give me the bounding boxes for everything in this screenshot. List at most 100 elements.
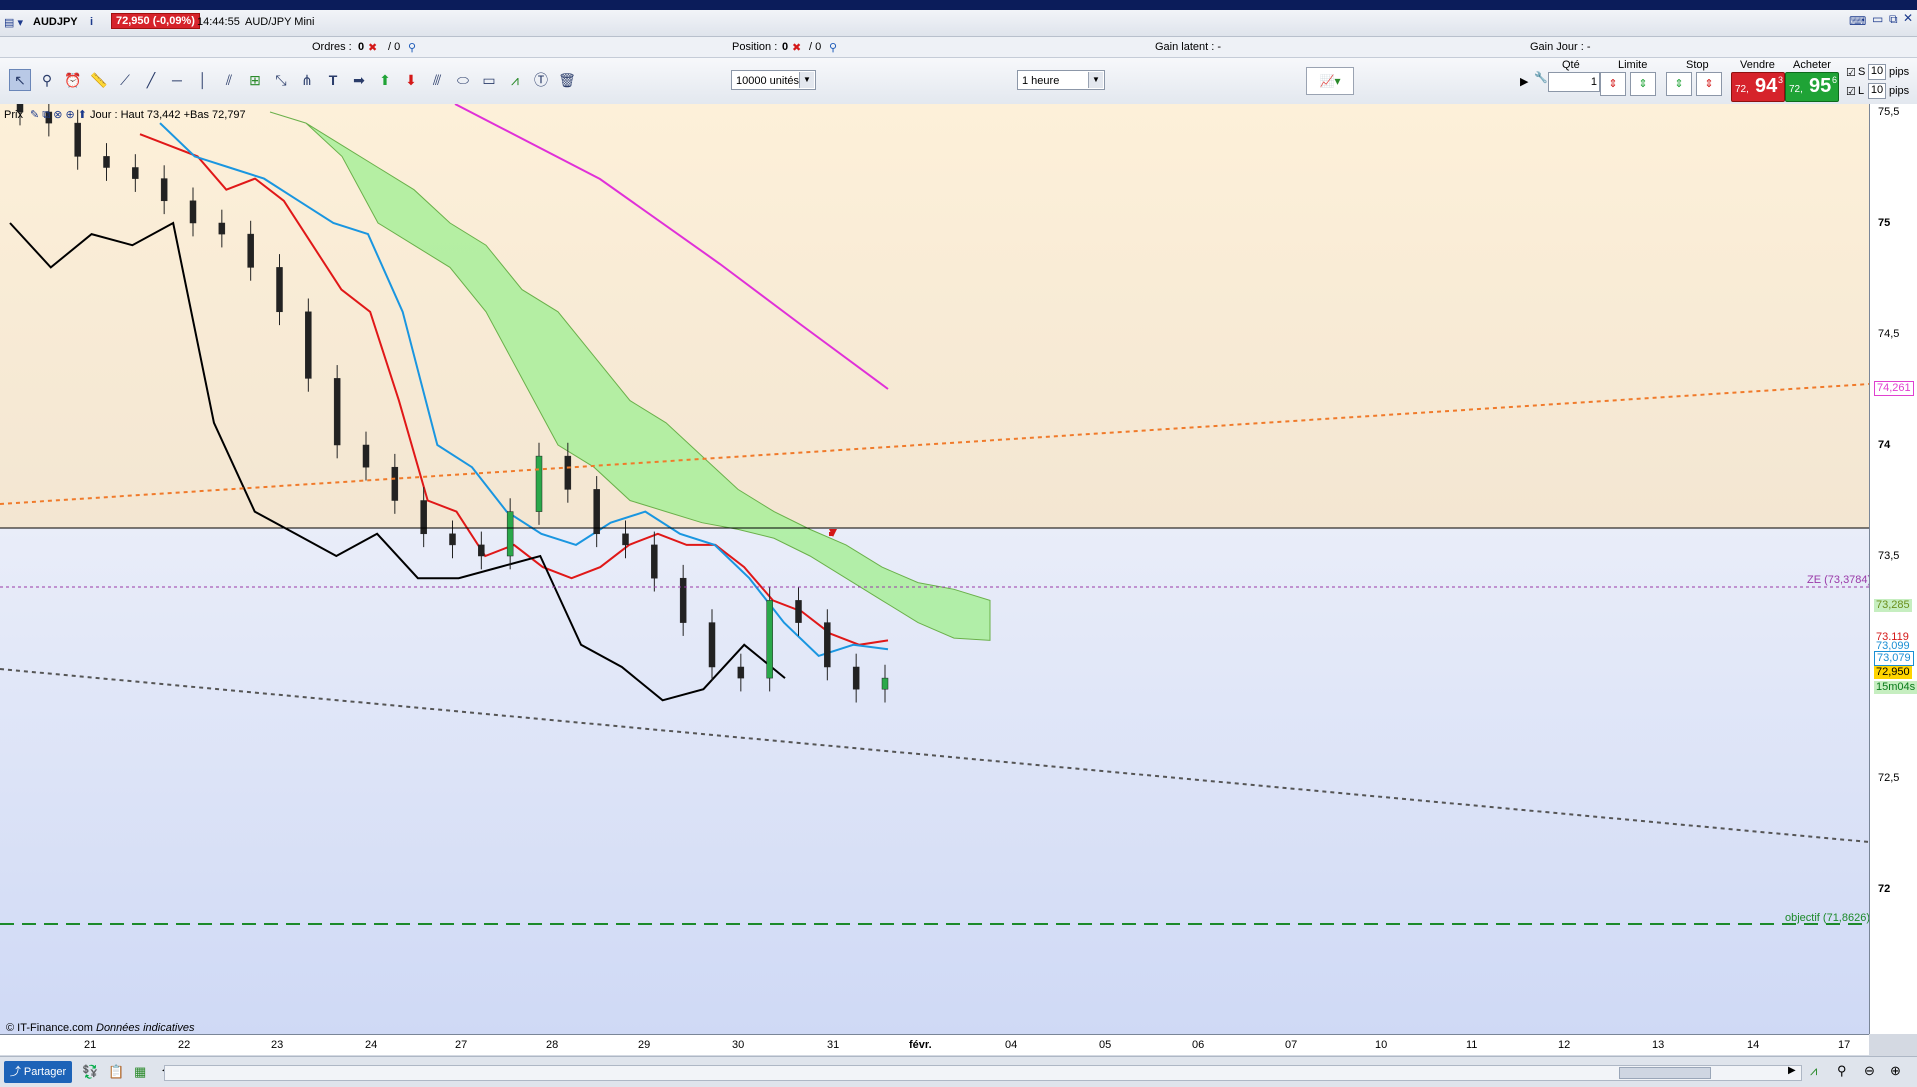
zoom-in-icon[interactable]: ⊕ [1890, 1063, 1901, 1079]
rectangle-icon[interactable]: ▭ [478, 69, 500, 91]
restore-icon[interactable]: ⧉ [1889, 12, 1898, 27]
units-value: 10000 unités [736, 75, 799, 87]
legend-prefix: Prix [4, 109, 23, 121]
qty-input[interactable] [1548, 72, 1600, 92]
orders-label: Ordres : [312, 41, 352, 53]
line-icon[interactable]: ╱ [140, 69, 162, 91]
sell-button[interactable]: 72, 94 3 [1731, 72, 1785, 102]
candle-body [593, 489, 600, 535]
arrow-up-icon[interactable]: ⬆ [374, 69, 396, 91]
x-tick: 22 [178, 1039, 191, 1051]
limit-label: Limite [1618, 59, 1648, 71]
alarm-icon[interactable]: ⏰ [62, 69, 84, 91]
x-tick: 17 [1838, 1039, 1851, 1051]
orders-total: / 0 [388, 41, 401, 53]
pitchfork-icon[interactable]: ⋔ [296, 69, 318, 91]
arrow-down-icon[interactable]: ⬇ [400, 69, 422, 91]
close-icon[interactable]: ✕ [1903, 11, 1913, 25]
x-tick: 11 [1466, 1039, 1478, 1051]
table-icon[interactable]: ▦ [134, 1064, 146, 1080]
candle-body [881, 677, 889, 690]
position-cancel-icon[interactable]: ✖ [792, 41, 801, 54]
regression-icon[interactable]: ⫻ [426, 69, 448, 91]
indicator-icon[interactable]: ⩘ [504, 69, 526, 91]
buy-button[interactable]: 72, 95 6 [1785, 72, 1839, 102]
fibonacci-icon[interactable]: ⊞ [244, 69, 266, 91]
stop-buy-button[interactable]: ⇕ [1696, 72, 1722, 96]
wrench-icon[interactable]: 🔧 [1534, 71, 1548, 84]
units-select[interactable]: 10000 unités ▼ [731, 70, 816, 90]
keyboard-icon[interactable]: ⌨ [1849, 14, 1866, 28]
stop-sell-button[interactable]: ⇕ [1666, 72, 1692, 96]
price-chart[interactable] [0, 104, 1917, 1034]
candle-body [737, 666, 745, 679]
scroll-thumb[interactable] [1619, 1067, 1711, 1079]
indicators-menu-icon[interactable]: 📈▾ [1306, 67, 1354, 95]
candle-body [103, 156, 110, 168]
account-info-bar: Ordres : 0 ✖ / 0 ⚲ Position : 0 ✖ / 0 ⚲ … [0, 37, 1917, 58]
price-axis[interactable]: 75,5 75 74,5 74 73,5 73 72,5 72 [1869, 104, 1917, 1034]
window-menu-icon[interactable]: ▤ ▾ [4, 16, 23, 29]
horizontal-line-icon[interactable]: ─ [166, 69, 188, 91]
s-pips-input[interactable]: 10 [1868, 64, 1886, 80]
chart-legend: Prix ✎ ⧉ ⊗ ⊕ ⬆ Jour : Haut 73,442 +Bas 7… [4, 108, 246, 122]
legend-tools-icon[interactable]: ✎ ⧉ ⊗ ⊕ ⬆ [30, 109, 87, 121]
callout-icon[interactable]: Ⓣ [530, 69, 552, 91]
orders-cancel-icon[interactable]: ✖ [368, 41, 377, 54]
qty-label: Qté [1562, 59, 1580, 71]
chart-type-icon[interactable]: ⩘ [1810, 1063, 1817, 1079]
trash-icon[interactable]: 🗑 [556, 69, 578, 91]
window-title: AUD/JPY Mini [245, 16, 315, 28]
limit-buy-button[interactable]: ⇕ [1630, 72, 1656, 96]
position-search-icon[interactable]: ⚲ [829, 41, 837, 54]
candle-body [506, 511, 514, 557]
limit-sell-button[interactable]: ⇕ [1600, 72, 1626, 96]
candle-body [276, 267, 283, 313]
l-checkbox[interactable]: ☑ [1846, 85, 1856, 98]
x-tick: 31 [827, 1039, 840, 1051]
text-icon[interactable]: T [322, 69, 344, 91]
stop-label: Stop [1686, 59, 1709, 71]
panel-arrow-icon[interactable]: ▶ [1520, 75, 1528, 88]
price-label-ma: 74,261 [1874, 381, 1914, 396]
trendline-icon[interactable]: ⟋ [114, 69, 136, 91]
buy-label: Acheter [1793, 59, 1831, 71]
ze-label: ZE (73,3784) [1807, 574, 1872, 586]
zoom-icon[interactable]: ⚲ [36, 69, 58, 91]
scroll-right-icon[interactable]: ▶ [1788, 1065, 1796, 1076]
ruler-icon[interactable]: 📏 [88, 69, 110, 91]
arrows-icon[interactable]: ⤡ [270, 69, 292, 91]
s-checkbox[interactable]: ☑ [1846, 66, 1856, 79]
position-total: / 0 [809, 41, 822, 53]
currency-icon[interactable]: 💱 [82, 1064, 98, 1080]
gain-jour: Gain Jour : - [1530, 41, 1591, 53]
candle-body [305, 311, 312, 379]
symbol-label[interactable]: AUDJPY [33, 16, 78, 28]
channel-icon[interactable]: ⫽ [218, 69, 240, 91]
sell-label: Vendre [1740, 59, 1775, 71]
info-icon[interactable]: i [90, 16, 93, 28]
ellipse-icon[interactable]: ⬭ [452, 69, 474, 91]
x-tick: 05 [1099, 1039, 1112, 1051]
candle-body [132, 167, 139, 179]
notes-icon[interactable]: 📋 [108, 1064, 124, 1080]
x-tick: 14 [1747, 1039, 1760, 1051]
time-axis[interactable]: 21 22 23 24 27 28 29 30 31 févr. 04 05 0… [0, 1034, 1869, 1055]
vertical-line-icon[interactable]: │ [192, 69, 214, 91]
orders-search-icon[interactable]: ⚲ [408, 41, 416, 54]
zoom-out-icon[interactable]: ⊖ [1864, 1063, 1875, 1079]
candle-body [795, 600, 802, 623]
x-tick: 29 [638, 1039, 651, 1051]
share-button[interactable]: ⤴ Partager [4, 1061, 72, 1083]
candle-body [391, 466, 399, 501]
cursor-icon[interactable]: ↖ [9, 69, 31, 91]
zoom-fit-icon[interactable]: ⚲ [1837, 1063, 1847, 1079]
l-pips-input[interactable]: 10 [1868, 83, 1886, 99]
y-tick: 75 [1878, 217, 1891, 229]
timeframe-select[interactable]: 1 heure ▼ [1017, 70, 1105, 90]
y-tick: 75,5 [1878, 106, 1900, 118]
minimize-icon[interactable]: ▭ [1872, 12, 1883, 26]
time-scrollbar[interactable] [164, 1065, 1802, 1081]
arrow-right-icon[interactable]: ➡ [348, 69, 370, 91]
candle-body [651, 544, 658, 579]
